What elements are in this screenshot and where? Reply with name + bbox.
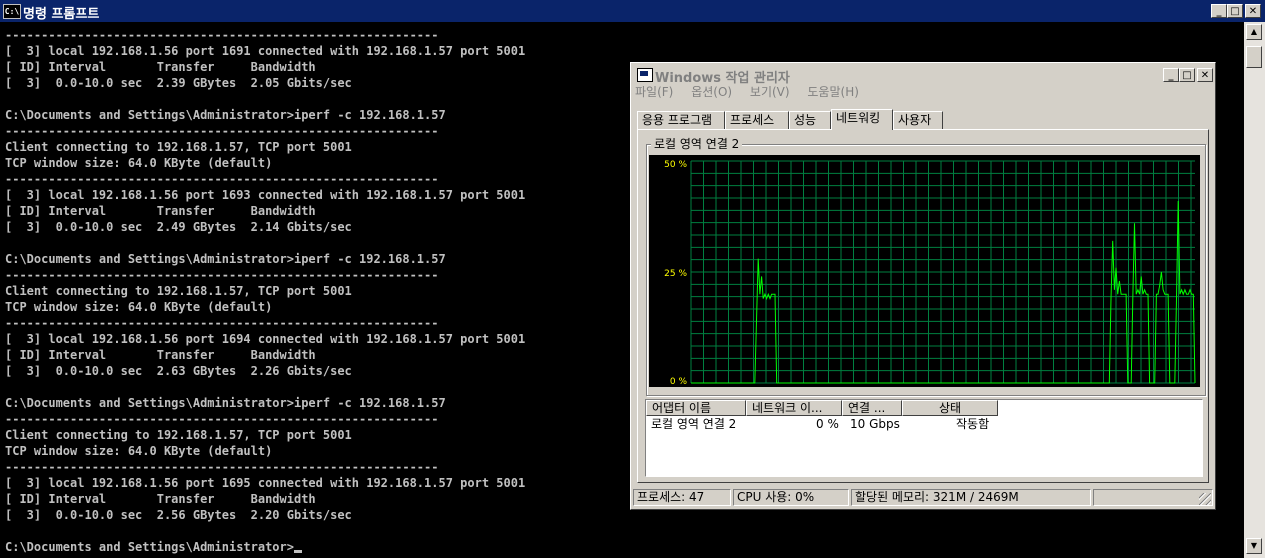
maximize-button[interactable]: □ xyxy=(1227,4,1243,18)
scroll-down-button[interactable]: ▼ xyxy=(1246,538,1262,554)
console-line: TCP window size: 64.0 KByte (default) xyxy=(5,300,273,314)
console-line: [ 3] local 192.168.1.56 port 1693 connec… xyxy=(5,188,526,202)
minimize-button[interactable]: _ xyxy=(1211,4,1227,18)
maximize-icon: □ xyxy=(1230,6,1240,17)
tm-minimize-button[interactable]: _ xyxy=(1163,68,1179,82)
graph-title: 로컬 영역 연결 2 xyxy=(651,135,743,152)
arrow-up-icon: ▲ xyxy=(1250,27,1258,36)
console-app-icon[interactable]: C:\ xyxy=(3,4,21,19)
cell-state: 작동함 xyxy=(956,417,990,431)
console-line: ----------------------------------------… xyxy=(5,412,439,426)
minimize-icon: _ xyxy=(1216,6,1222,17)
maximize-icon: □ xyxy=(1182,70,1192,81)
console-line: [ ID] Interval Transfer Bandwidth xyxy=(5,204,316,218)
console-line: [ ID] Interval Transfer Bandwidth xyxy=(5,60,316,74)
minimize-icon: _ xyxy=(1168,70,1174,81)
console-line: [ 3] local 192.168.1.56 port 1694 connec… xyxy=(5,332,526,346)
y-tick-label: 25 % xyxy=(664,269,687,279)
console-line: [ ID] Interval Transfer Bandwidth xyxy=(5,348,316,362)
console-text: ----------------------------------------… xyxy=(5,27,525,555)
console-line: ----------------------------------------… xyxy=(5,28,439,42)
console-scrollbar[interactable]: ▲ ▼ xyxy=(1244,22,1265,558)
console-line: ----------------------------------------… xyxy=(5,316,439,330)
scroll-thumb[interactable] xyxy=(1246,46,1262,68)
menu-help[interactable]: 도움말(H) xyxy=(807,85,859,99)
y-tick-label: 0 % xyxy=(670,377,688,387)
status-empty xyxy=(1093,489,1213,506)
adapter-list[interactable]: 어댑터 이름 네트워크 이... 연결 ... 상태 로컬 영역 연결 2 0 … xyxy=(645,399,1203,477)
menu-bar: 파일(F) 옵션(O) 보기(V) 도움말(H) xyxy=(635,83,873,103)
console-line: [ 3] 0.0-10.0 sec 2.56 GBytes 2.20 Gbits… xyxy=(5,508,352,522)
menu-file[interactable]: 파일(F) xyxy=(635,85,673,99)
status-memory: 할당된 메모리: 321M / 2469M xyxy=(851,489,1091,506)
console-line: ----------------------------------------… xyxy=(5,268,439,282)
console-line: [ 3] 0.0-10.0 sec 2.39 GBytes 2.05 Gbits… xyxy=(5,76,352,90)
col-network-utilization[interactable]: 네트워크 이... xyxy=(746,400,842,416)
console-line: ----------------------------------------… xyxy=(5,172,439,186)
network-utilization-graph: 50 % 25 % 0 % xyxy=(649,155,1200,387)
tm-close-button[interactable]: ✕ xyxy=(1197,68,1213,82)
menu-view[interactable]: 보기(V) xyxy=(750,85,790,99)
task-manager-icon xyxy=(637,68,653,82)
console-line: [ 3] local 192.168.1.56 port 1691 connec… xyxy=(5,44,526,58)
console-line: ----------------------------------------… xyxy=(5,124,439,138)
status-cpu: CPU 사용: 0% xyxy=(733,489,849,506)
console-line: Client connecting to 192.168.1.57, TCP p… xyxy=(5,428,352,442)
console-line: Client connecting to 192.168.1.57, TCP p… xyxy=(5,140,352,154)
console-line: C:\Documents and Settings\Administrator>… xyxy=(5,396,446,410)
console-line: C:\Documents and Settings\Administrator> xyxy=(5,539,525,555)
tab-applications[interactable]: 응용 프로그램 xyxy=(637,111,725,129)
tab-users[interactable]: 사용자 xyxy=(893,111,943,129)
scroll-up-button[interactable]: ▲ xyxy=(1246,24,1262,40)
console-line: C:\Documents and Settings\Administrator>… xyxy=(5,108,446,122)
console-line: [ ID] Interval Transfer Bandwidth xyxy=(5,492,316,506)
console-titlebar[interactable]: C:\ 명령 프롬프트 _ □ ✕ xyxy=(0,0,1265,22)
col-state[interactable]: 상태 xyxy=(902,400,998,416)
tab-processes[interactable]: 프로세스 xyxy=(725,111,789,129)
close-icon: ✕ xyxy=(1248,6,1258,17)
close-button[interactable]: ✕ xyxy=(1245,4,1261,18)
adapter-list-header: 어댑터 이름 네트워크 이... 연결 ... 상태 xyxy=(646,400,1202,416)
graph-background xyxy=(649,155,1200,387)
close-icon: ✕ xyxy=(1200,70,1210,81)
tab-performance[interactable]: 성능 xyxy=(789,111,831,129)
cell-utilization: 0 % xyxy=(816,417,839,431)
console-line: TCP window size: 64.0 KByte (default) xyxy=(5,156,273,170)
console-title: 명령 프롬프트 xyxy=(23,7,100,22)
console-line: [ 3] 0.0-10.0 sec 2.63 GBytes 2.26 Gbits… xyxy=(5,364,352,378)
text-cursor xyxy=(293,550,302,553)
tm-maximize-button[interactable]: □ xyxy=(1179,68,1195,82)
task-manager-titlebar[interactable]: Windows 작업 관리자 _ □ ✕ xyxy=(633,65,1213,86)
console-line: Client connecting to 192.168.1.57, TCP p… xyxy=(5,284,352,298)
console-line: [ 3] 0.0-10.0 sec 2.49 GBytes 2.14 Gbits… xyxy=(5,220,352,234)
task-manager-window[interactable]: Windows 작업 관리자 _ □ ✕ 파일(F) 옵션(O) 보기(V) 도… xyxy=(630,62,1216,510)
cell-adapter-name: 로컬 영역 연결 2 xyxy=(651,417,737,431)
arrow-down-icon: ▼ xyxy=(1250,541,1258,550)
status-bar: 프로세스: 47 CPU 사용: 0% 할당된 메모리: 321M / 2469… xyxy=(633,487,1213,507)
tab-networking[interactable]: 네트워킹 xyxy=(831,109,893,130)
y-tick-label: 50 % xyxy=(664,160,687,170)
status-processes: 프로세스: 47 xyxy=(633,489,731,506)
col-adapter-name[interactable]: 어댑터 이름 xyxy=(646,400,746,416)
col-link-speed[interactable]: 연결 ... xyxy=(842,400,902,416)
console-line: TCP window size: 64.0 KByte (default) xyxy=(5,444,273,458)
console-line: ----------------------------------------… xyxy=(5,460,439,474)
console-line: C:\Documents and Settings\Administrator>… xyxy=(5,252,446,266)
console-line: [ 3] local 192.168.1.56 port 1695 connec… xyxy=(5,476,526,490)
menu-options[interactable]: 옵션(O) xyxy=(691,85,732,99)
resize-grip[interactable] xyxy=(1199,493,1211,505)
cell-link-speed: 10 Gbps xyxy=(850,417,900,431)
